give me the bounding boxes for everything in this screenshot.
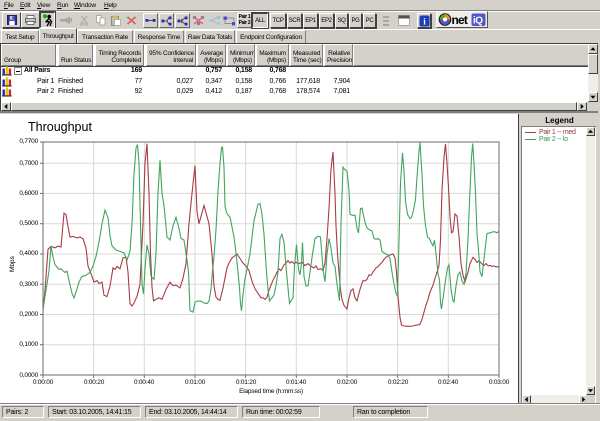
svg-text:net: net: [452, 13, 468, 27]
svg-text:iQ: iQ: [473, 16, 483, 27]
